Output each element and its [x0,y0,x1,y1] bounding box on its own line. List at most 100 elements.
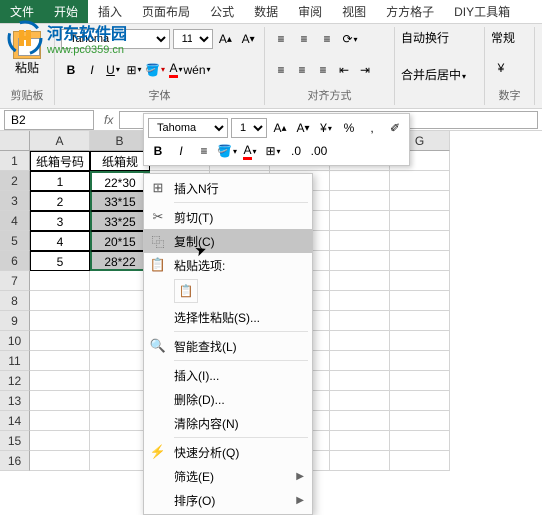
cell[interactable]: 33*25 [90,211,150,231]
cell[interactable]: 3 [30,211,90,231]
increase-font-icon[interactable]: A▴ [216,29,236,49]
indent-inc-icon[interactable]: ⇥ [355,60,375,80]
cell[interactable] [30,311,90,331]
cell[interactable] [90,271,150,291]
cell[interactable] [330,231,390,251]
mini-currency-icon[interactable]: ¥▾ [316,118,336,138]
mini-format-painter-icon[interactable]: ✐ [385,118,405,138]
cell[interactable] [330,291,390,311]
cell[interactable] [30,291,90,311]
menu-insert-n-rows[interactable]: ⊞ 插入N行 [144,176,312,200]
cell[interactable] [390,371,450,391]
cell[interactable] [30,451,90,471]
row-header[interactable]: 6 [0,251,30,271]
menu-sort[interactable]: 排序(O) ▶ [144,488,312,512]
menu-smart-lookup[interactable]: 🔍 智能查找(L) [144,334,312,358]
underline-button[interactable]: U▾ [103,60,123,80]
cell[interactable] [330,271,390,291]
cell[interactable] [30,431,90,451]
row-header[interactable]: 8 [0,291,30,311]
cell[interactable] [390,311,450,331]
decrease-font-icon[interactable]: A▾ [238,29,258,49]
cell[interactable] [390,231,450,251]
cell[interactable]: 5 [30,251,90,271]
cell[interactable] [90,351,150,371]
cell[interactable]: 纸箱号码 [30,151,90,171]
border-button[interactable]: ⊞▾ [124,60,144,80]
row-header[interactable]: 9 [0,311,30,331]
cell[interactable] [90,291,150,311]
cell[interactable] [90,431,150,451]
menu-copy[interactable]: ⿻ 复制(C) [144,229,312,253]
wrap-text-button[interactable]: 自动换行 [401,29,449,46]
mini-decrease-font-icon[interactable]: A▾ [293,118,313,138]
row-header[interactable]: 1 [0,151,30,171]
currency-icon[interactable]: ¥ [491,58,511,78]
cell[interactable] [30,271,90,291]
row-header[interactable]: 5 [0,231,30,251]
indent-dec-icon[interactable]: ⇤ [334,60,354,80]
fill-color-button[interactable]: 🪣▾ [145,60,165,80]
cell[interactable] [390,211,450,231]
bold-button[interactable]: B [61,60,81,80]
phonetic-button[interactable]: wén▾ [187,60,207,80]
italic-button[interactable]: I [82,60,102,80]
number-format-select[interactable]: 常规 [491,29,515,46]
align-bottom-icon[interactable]: ≡ [317,29,337,49]
tab-view[interactable]: 视图 [332,0,376,23]
cell[interactable] [390,331,450,351]
cell[interactable] [390,451,450,471]
align-top-icon[interactable]: ≡ [271,29,291,49]
mini-font-color-icon[interactable]: A▾ [240,141,260,161]
font-size-select[interactable]: 11 [173,29,213,49]
cell[interactable] [30,371,90,391]
mini-border-icon[interactable]: ⊞▾ [263,141,283,161]
row-header[interactable]: 11 [0,351,30,371]
cell[interactable]: 22*30 [90,171,150,191]
cell[interactable]: 28*22 [90,251,150,271]
mini-bold-button[interactable]: B [148,141,168,161]
cell[interactable] [90,371,150,391]
row-header[interactable]: 12 [0,371,30,391]
row-header[interactable]: 3 [0,191,30,211]
cell[interactable] [90,451,150,471]
row-header[interactable]: 10 [0,331,30,351]
cell[interactable] [390,411,450,431]
cell[interactable] [30,351,90,371]
row-header[interactable]: 7 [0,271,30,291]
cell[interactable]: 33*15 [90,191,150,211]
cell[interactable] [90,391,150,411]
cell[interactable] [330,191,390,211]
cell[interactable] [330,251,390,271]
mini-italic-button[interactable]: I [171,141,191,161]
cell[interactable] [30,331,90,351]
cell[interactable] [90,311,150,331]
cell[interactable] [330,451,390,471]
cell[interactable] [330,171,390,191]
tab-layout[interactable]: 页面布局 [132,0,200,23]
cell[interactable]: 1 [30,171,90,191]
cell[interactable] [330,331,390,351]
menu-quick-analysis[interactable]: ⚡ 快速分析(Q) [144,440,312,464]
merge-button[interactable]: 合并后居中▾ [401,66,466,83]
tab-review[interactable]: 审阅 [288,0,332,23]
mini-font-select[interactable]: Tahoma [148,118,228,138]
tab-addon2[interactable]: DIY工具箱 [444,0,520,23]
tab-data[interactable]: 数据 [244,0,288,23]
cell[interactable] [330,311,390,331]
menu-delete[interactable]: 删除(D)... [144,387,312,411]
cell[interactable] [90,331,150,351]
mini-percent-icon[interactable]: % [339,118,359,138]
col-header-b[interactable]: B [90,131,150,151]
cell[interactable]: 2 [30,191,90,211]
cell[interactable] [30,391,90,411]
menu-cut[interactable]: ✂ 剪切(T) [144,205,312,229]
cell[interactable] [390,271,450,291]
cell[interactable] [90,411,150,431]
mini-dec-decimal-icon[interactable]: .0 [286,141,306,161]
cell[interactable] [390,251,450,271]
row-header[interactable]: 16 [0,451,30,471]
paste-option-default[interactable]: 📋 [174,279,198,303]
cell[interactable]: 20*15 [90,231,150,251]
mini-inc-decimal-icon[interactable]: .00 [309,141,329,161]
